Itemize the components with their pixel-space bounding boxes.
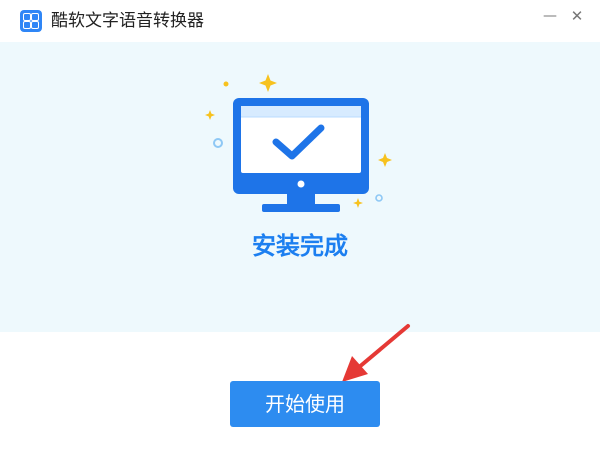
sparkle-star-icon	[378, 153, 392, 167]
sparkle-dot-icon	[223, 81, 229, 87]
monitor-checkmark-icon	[205, 74, 392, 212]
monitor-base	[262, 204, 340, 212]
minimize-icon: —	[543, 8, 557, 24]
sparkle-star-icon	[259, 74, 277, 92]
bubble-icon	[213, 138, 223, 148]
close-icon: ✕	[570, 7, 584, 25]
sparkle-star-icon	[353, 198, 363, 208]
minimize-button[interactable]: —	[540, 6, 560, 26]
bottom-edge	[0, 462, 600, 468]
start-using-button[interactable]: 开始使用	[230, 381, 380, 427]
sparkle-star-icon	[205, 110, 215, 120]
app-title: 酷软文字语音转换器	[51, 11, 204, 31]
installer-window: 酷软文字语音转换器 — ✕ 安装完成 开始使用	[0, 0, 600, 468]
hero-panel: 安装完成	[0, 42, 600, 332]
bubble-icon	[375, 194, 383, 202]
close-button[interactable]: ✕	[567, 6, 587, 26]
red-arrow-icon	[342, 324, 410, 382]
title-bar: 酷软文字语音转换器 — ✕	[0, 0, 600, 42]
monitor-stand	[287, 194, 315, 204]
app-logo-icon	[20, 10, 42, 32]
install-complete-text: 安装完成	[252, 232, 348, 260]
